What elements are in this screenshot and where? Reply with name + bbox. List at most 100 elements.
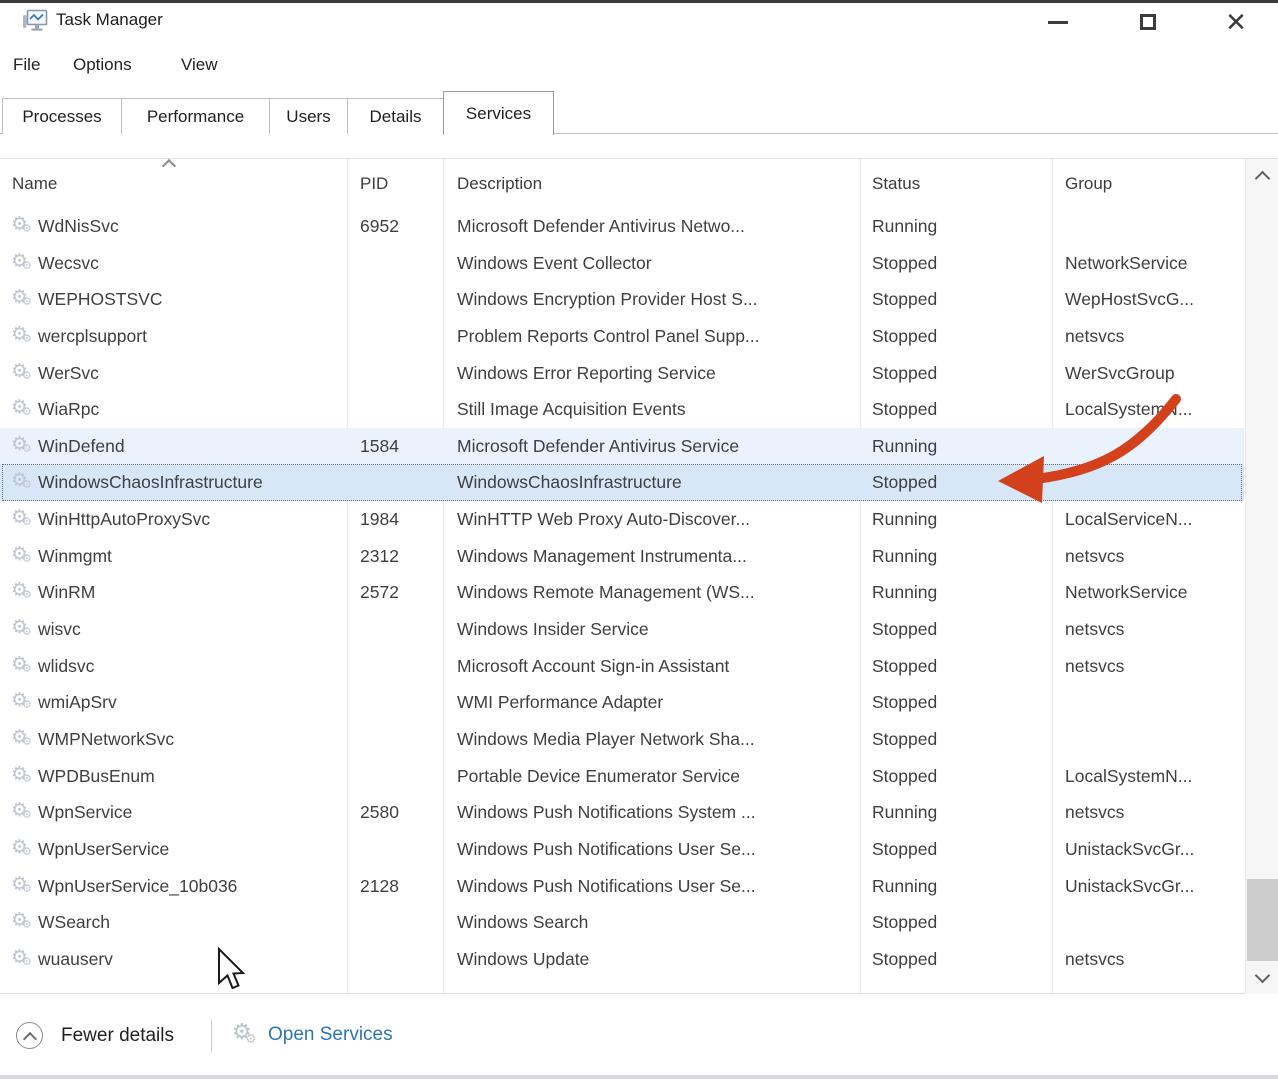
- service-pid: 2580: [360, 794, 399, 831]
- tab-services[interactable]: Services: [443, 91, 554, 135]
- service-row[interactable]: ⚙⚙ Winmgmt 2312 Windows Management Instr…: [0, 538, 1244, 575]
- service-description: Windows Search: [457, 904, 588, 941]
- services-gear-icon: ⚙⚙: [232, 1022, 258, 1048]
- service-row[interactable]: ⚙⚙ WpnUserService_10b036 2128 Windows Pu…: [0, 868, 1244, 905]
- maximize-button[interactable]: [1118, 3, 1178, 41]
- service-row[interactable]: ⚙⚙ WEPHOSTSVC Windows Encryption Provide…: [0, 281, 1244, 318]
- menu-file[interactable]: File: [13, 55, 40, 75]
- service-row[interactable]: ⚙⚙ wercplsupport Problem Reports Control…: [0, 318, 1244, 355]
- close-icon: ✕: [1225, 9, 1247, 35]
- service-pid: 2572: [360, 574, 399, 611]
- window-bottom-edge: [0, 1075, 1278, 1079]
- tab-processes[interactable]: Processes: [2, 98, 122, 134]
- scrollbar-thumb[interactable]: [1247, 879, 1278, 961]
- column-header-description[interactable]: Description: [457, 159, 542, 208]
- service-status: Running: [872, 501, 937, 538]
- service-gear-icon: ⚙⚙: [11, 399, 33, 421]
- service-status: Stopped: [872, 464, 937, 501]
- service-name: WPDBusEnum: [38, 758, 155, 795]
- open-services-link[interactable]: ⚙⚙ Open Services: [232, 1022, 393, 1048]
- service-name: Wecsvc: [38, 245, 99, 282]
- tab-details[interactable]: Details: [347, 98, 444, 134]
- service-row[interactable]: ⚙⚙ WpnService 2580 Windows Push Notifica…: [0, 794, 1244, 831]
- service-group: WerSvcGroup: [1065, 355, 1175, 392]
- service-status: Stopped: [872, 831, 937, 868]
- close-button[interactable]: ✕: [1206, 3, 1266, 41]
- service-description: Windows Insider Service: [457, 611, 649, 648]
- service-row[interactable]: ⚙⚙ Wecsvc Windows Event Collector Stoppe…: [0, 245, 1244, 282]
- fewer-details-button[interactable]: Fewer details: [16, 1022, 174, 1049]
- service-description: WinHTTP Web Proxy Auto-Discover...: [457, 501, 750, 538]
- service-gear-icon: ⚙⚙: [11, 472, 33, 494]
- tab-users[interactable]: Users: [269, 98, 348, 134]
- menu-view[interactable]: View: [181, 55, 218, 75]
- service-description: Microsoft Account Sign-in Assistant: [457, 648, 729, 685]
- service-group: WepHostSvcG...: [1065, 281, 1194, 318]
- service-description: Windows Encryption Provider Host S...: [457, 281, 758, 318]
- chevron-up-circle-icon: [16, 1022, 43, 1049]
- service-row[interactable]: ⚙⚙ WindowsChaosInfrastructure WindowsCha…: [0, 464, 1244, 501]
- service-pid: 1584: [360, 428, 399, 465]
- service-gear-icon: ⚙⚙: [11, 949, 33, 971]
- service-description: Microsoft Defender Antivirus Netwo...: [457, 208, 745, 245]
- minimize-button[interactable]: [1028, 3, 1088, 41]
- service-status: Running: [872, 538, 937, 575]
- column-header-status[interactable]: Status: [872, 159, 920, 208]
- service-status: Stopped: [872, 648, 937, 685]
- service-pid: 6952: [360, 208, 399, 245]
- service-gear-icon: ⚙⚙: [11, 729, 33, 751]
- service-row[interactable]: ⚙⚙ wuauserv Windows Update Stopped netsv…: [0, 941, 1244, 978]
- service-gear-icon: ⚙⚙: [11, 912, 33, 934]
- service-description: Portable Device Enumerator Service: [457, 758, 740, 795]
- service-row[interactable]: ⚙⚙ wmiApSrv WMI Performance Adapter Stop…: [0, 684, 1244, 721]
- service-name: WinDefend: [38, 428, 125, 465]
- service-name: WindowsChaosInfrastructure: [38, 464, 263, 501]
- scroll-down-icon[interactable]: [1246, 962, 1278, 992]
- menu-options[interactable]: Options: [73, 55, 132, 75]
- service-gear-icon: ⚙⚙: [11, 326, 33, 348]
- service-gear-icon: ⚙⚙: [11, 876, 33, 898]
- service-status: Stopped: [872, 684, 937, 721]
- service-status: Running: [872, 574, 937, 611]
- service-group: LocalServiceN...: [1065, 501, 1192, 538]
- fewer-details-label: Fewer details: [61, 1025, 174, 1047]
- service-gear-icon: ⚙⚙: [11, 253, 33, 275]
- service-name: wisvc: [38, 611, 81, 648]
- service-description: Windows Remote Management (WS...: [457, 574, 755, 611]
- service-status: Running: [872, 794, 937, 831]
- service-name: WinRM: [38, 574, 95, 611]
- service-status: Stopped: [872, 318, 937, 355]
- service-group: LocalSystemN...: [1065, 758, 1192, 795]
- service-name: wuauserv: [38, 941, 113, 978]
- service-row[interactable]: ⚙⚙ WinDefend 1584 Microsoft Defender Ant…: [0, 428, 1244, 465]
- service-row[interactable]: ⚙⚙ WinHttpAutoProxySvc 1984 WinHTTP Web …: [0, 501, 1244, 538]
- window-title: Task Manager: [56, 10, 163, 30]
- service-row[interactable]: ⚙⚙ WiaRpc Still Image Acquisition Events…: [0, 391, 1244, 428]
- column-header-name[interactable]: Name: [12, 159, 57, 208]
- service-name: WiaRpc: [38, 391, 99, 428]
- service-description: Windows Push Notifications System ...: [457, 794, 756, 831]
- service-description: Windows Management Instrumenta...: [457, 538, 747, 575]
- service-row[interactable]: ⚙⚙ WPDBusEnum Portable Device Enumerator…: [0, 758, 1244, 795]
- service-group: netsvcs: [1065, 941, 1124, 978]
- vertical-scrollbar[interactable]: [1245, 159, 1278, 994]
- scroll-up-icon[interactable]: [1246, 161, 1278, 191]
- service-row[interactable]: ⚙⚙ WSearch Windows Search Stopped: [0, 904, 1244, 941]
- service-description: WindowsChaosInfrastructure: [457, 464, 682, 501]
- service-name: WpnService: [38, 794, 132, 831]
- column-header-pid[interactable]: PID: [360, 159, 388, 208]
- service-row[interactable]: ⚙⚙ wisvc Windows Insider Service Stopped…: [0, 611, 1244, 648]
- service-pid: 2312: [360, 538, 399, 575]
- service-row[interactable]: ⚙⚙ wlidsvc Microsoft Account Sign-in Ass…: [0, 648, 1244, 685]
- service-gear-icon: ⚙⚙: [11, 582, 33, 604]
- service-row[interactable]: ⚙⚙ WerSvc Windows Error Reporting Servic…: [0, 355, 1244, 392]
- column-header-group[interactable]: Group: [1065, 159, 1112, 208]
- service-row[interactable]: ⚙⚙ WMPNetworkSvc Windows Media Player Ne…: [0, 721, 1244, 758]
- service-description: Windows Media Player Network Sha...: [457, 721, 755, 758]
- service-description: Microsoft Defender Antivirus Service: [457, 428, 739, 465]
- tab-performance[interactable]: Performance: [121, 98, 270, 134]
- service-row[interactable]: ⚙⚙ WpnUserService Windows Push Notificat…: [0, 831, 1244, 868]
- service-row[interactable]: ⚙⚙ WinRM 2572 Windows Remote Management …: [0, 574, 1244, 611]
- task-manager-icon: [22, 9, 48, 35]
- service-row[interactable]: ⚙⚙ WdNisSvc 6952 Microsoft Defender Anti…: [0, 208, 1244, 245]
